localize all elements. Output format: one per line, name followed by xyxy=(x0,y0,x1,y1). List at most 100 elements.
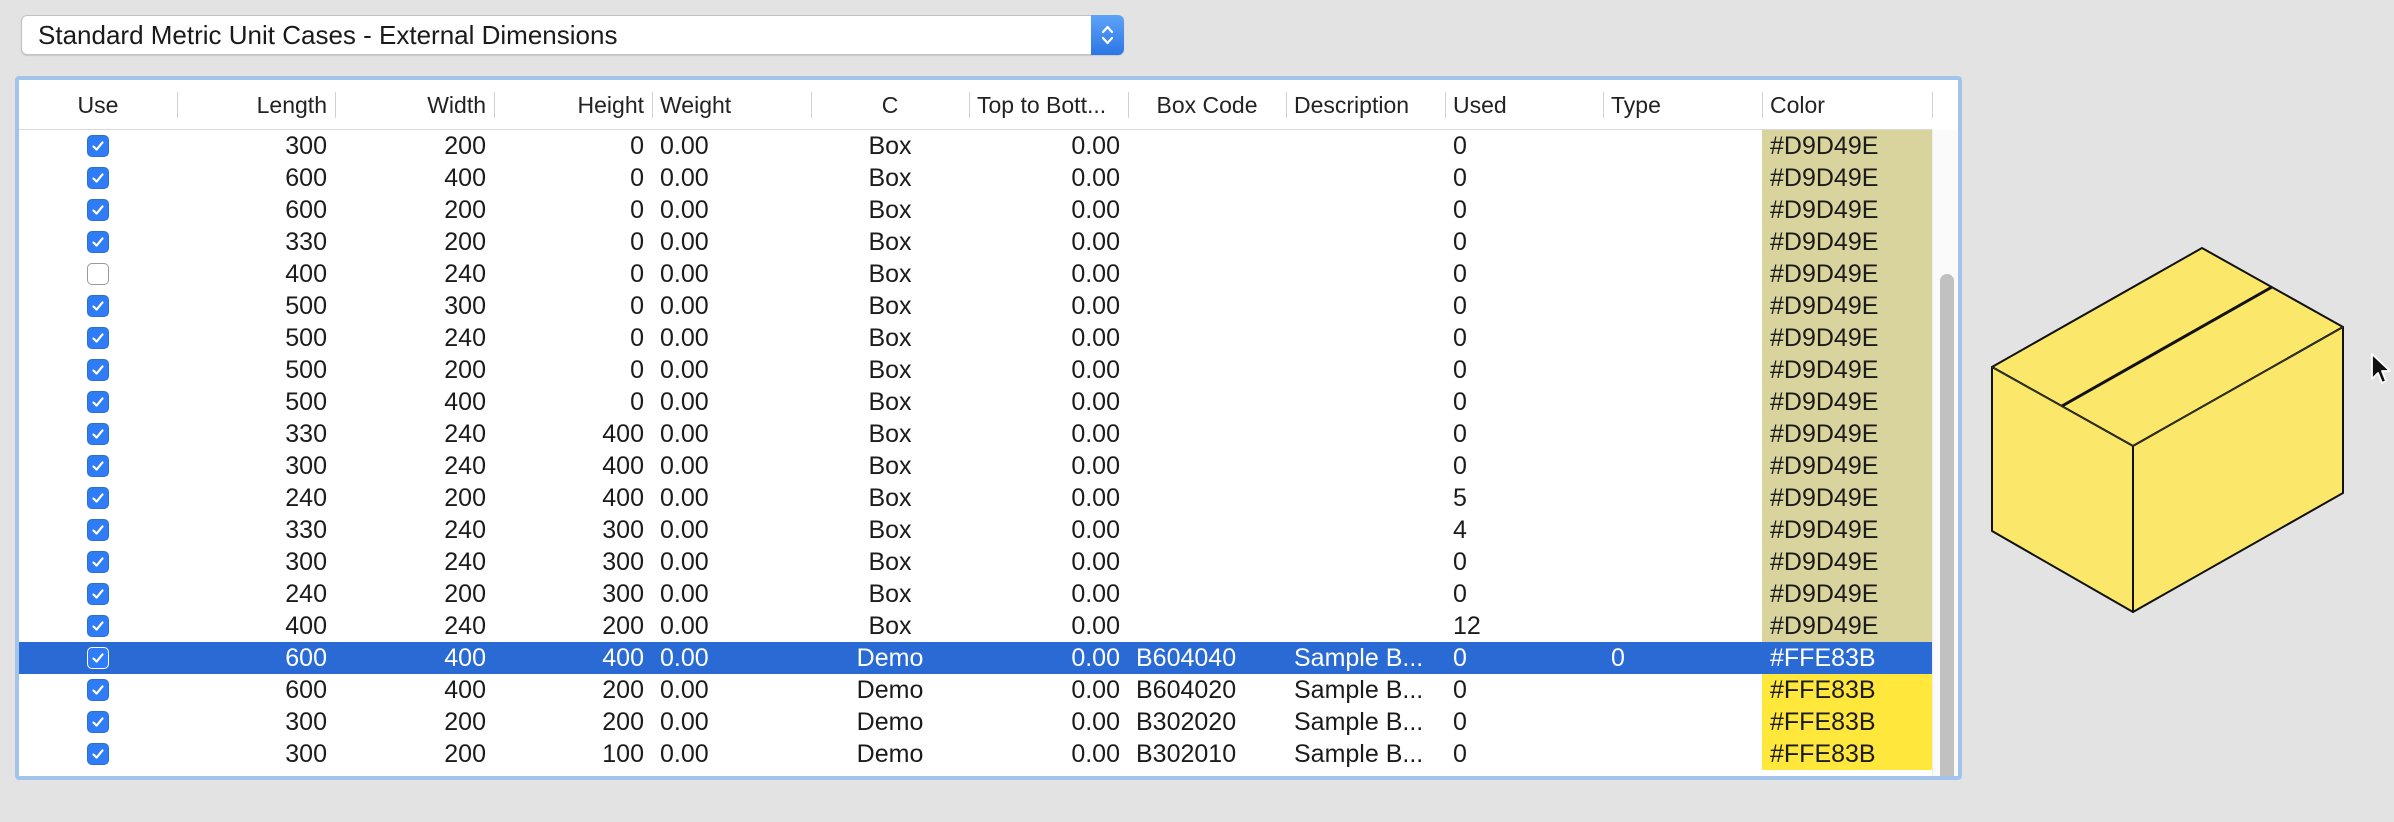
column-header-type[interactable]: Type xyxy=(1603,80,1762,130)
cell-used: 0 xyxy=(1453,132,1467,160)
cell-height: 0 xyxy=(630,356,644,384)
column-divider[interactable] xyxy=(652,92,653,118)
table-row[interactable]: 600 200 0 0.00 Box 0.00 0 #D9D49E xyxy=(19,194,1932,226)
cell-width: 240 xyxy=(444,420,486,448)
cell-top-to-bottom: 0.00 xyxy=(1071,612,1120,640)
table-row[interactable]: 240 200 300 0.00 Box 0.00 0 #D9D49E xyxy=(19,578,1932,610)
use-checkbox[interactable] xyxy=(87,391,109,413)
column-divider[interactable] xyxy=(1128,92,1129,118)
column-header-c[interactable]: C xyxy=(811,80,969,130)
column-divider[interactable] xyxy=(811,92,812,118)
column-header-top-to-bottom[interactable]: Top to Bott... xyxy=(969,80,1128,130)
table-row[interactable]: 400 240 0 0.00 Box 0.00 0 #D9D49E xyxy=(19,258,1932,290)
use-checkbox[interactable] xyxy=(87,295,109,317)
table-row[interactable]: 500 300 0 0.00 Box 0.00 0 #D9D49E xyxy=(19,290,1932,322)
cell-length: 330 xyxy=(285,420,327,448)
cell-c: Demo xyxy=(856,740,924,768)
cell-box-code xyxy=(1128,386,1286,418)
use-checkbox[interactable] xyxy=(87,359,109,381)
column-header-width[interactable]: Width xyxy=(335,80,494,130)
table-row[interactable]: 300 240 400 0.00 Box 0.00 0 #D9D49E xyxy=(19,450,1932,482)
use-checkbox[interactable] xyxy=(87,583,109,605)
use-checkbox[interactable] xyxy=(87,231,109,253)
cell-height: 300 xyxy=(602,548,644,576)
table-row[interactable]: 330 240 400 0.00 Box 0.00 0 #D9D49E xyxy=(19,418,1932,450)
column-divider[interactable] xyxy=(177,92,178,118)
table-row[interactable]: 300 200 0 0.00 Box 0.00 0 #D9D49E xyxy=(19,130,1932,162)
use-checkbox[interactable] xyxy=(87,615,109,637)
checkmark-icon xyxy=(92,141,104,151)
case-set-selector[interactable]: Standard Metric Unit Cases - External Di… xyxy=(21,15,1124,55)
table-row[interactable]: 400 240 200 0.00 Box 0.00 12 #D9D49E xyxy=(19,610,1932,642)
cases-table[interactable]: Use Length Width Height Weight C Top to Bott..… xyxy=(15,76,1962,780)
vertical-scrollbar[interactable] xyxy=(1932,130,1958,776)
cell-used: 0 xyxy=(1453,292,1467,320)
use-checkbox[interactable] xyxy=(87,487,109,509)
use-checkbox[interactable] xyxy=(87,263,109,285)
cell-color: #FFE83B xyxy=(1770,644,1876,672)
cell-c: Box xyxy=(868,452,912,480)
table-row[interactable]: 500 400 0 0.00 Box 0.00 0 #D9D49E xyxy=(19,386,1932,418)
table-row[interactable]: 330 200 0 0.00 Box 0.00 0 #D9D49E xyxy=(19,226,1932,258)
use-checkbox[interactable] xyxy=(87,679,109,701)
column-divider[interactable] xyxy=(1603,92,1604,118)
column-divider[interactable] xyxy=(1762,92,1763,118)
cell-top-to-bottom: 0.00 xyxy=(1071,164,1120,192)
cell-top-to-bottom: 0.00 xyxy=(1071,676,1120,704)
cell-length: 400 xyxy=(285,260,327,288)
cell-length: 240 xyxy=(285,484,327,512)
cell-top-to-bottom: 0.00 xyxy=(1071,708,1120,736)
column-header-color[interactable]: Color xyxy=(1762,80,1932,130)
cell-color: #D9D49E xyxy=(1762,194,1932,226)
cell-length: 300 xyxy=(285,740,327,768)
table-row[interactable]: 600 400 0 0.00 Box 0.00 0 #D9D49E xyxy=(19,162,1932,194)
cell-type xyxy=(1603,290,1762,322)
column-header-length[interactable]: Length xyxy=(177,80,335,130)
use-checkbox[interactable] xyxy=(87,423,109,445)
table-body: 300 200 0 0.00 Box 0.00 0 #D9D49E 600 400 0 0.00 Box… xyxy=(19,130,1932,770)
column-divider[interactable] xyxy=(1932,92,1933,118)
table-row[interactable]: 600 400 200 0.00 Demo 0.00 B604020 Sample B... 0… xyxy=(19,674,1932,706)
table-row[interactable]: 330 240 300 0.00 Box 0.00 4 #D9D49E xyxy=(19,514,1932,546)
column-header-used[interactable]: Used xyxy=(1445,80,1603,130)
scrollbar-thumb[interactable] xyxy=(1940,274,1954,776)
cell-height: 400 xyxy=(602,420,644,448)
table-row-selected[interactable]: 600 400 400 0.00 Demo 0.00 B604040 Sample B... 0… xyxy=(19,642,1932,674)
column-divider[interactable] xyxy=(1286,92,1287,118)
column-header-use[interactable]: Use xyxy=(19,80,177,130)
table-row[interactable]: 300 200 200 0.00 Demo 0.00 B302020 Sample B... 0… xyxy=(19,706,1932,738)
column-divider[interactable] xyxy=(1445,92,1446,118)
table-row[interactable]: 240 200 400 0.00 Box 0.00 5 #D9D49E xyxy=(19,482,1932,514)
table-row[interactable]: 300 200 100 0.00 Demo 0.00 B302010 Sample B... 0… xyxy=(19,738,1932,770)
use-checkbox[interactable] xyxy=(87,647,109,669)
cell-width: 200 xyxy=(444,580,486,608)
use-checkbox[interactable] xyxy=(87,711,109,733)
cell-top-to-bottom: 0.00 xyxy=(1071,548,1120,576)
use-checkbox[interactable] xyxy=(87,199,109,221)
column-divider[interactable] xyxy=(969,92,970,118)
cell-c: Box xyxy=(868,388,912,416)
cell-box-code: B302010 xyxy=(1136,740,1237,768)
table-row[interactable]: 500 200 0 0.00 Box 0.00 0 #D9D49E xyxy=(19,354,1932,386)
use-checkbox[interactable] xyxy=(87,135,109,157)
column-header-description[interactable]: Description xyxy=(1286,80,1445,130)
cell-color: #D9D49E xyxy=(1762,130,1932,162)
use-checkbox[interactable] xyxy=(87,519,109,541)
cell-description xyxy=(1286,546,1445,578)
use-checkbox[interactable] xyxy=(87,455,109,477)
use-checkbox[interactable] xyxy=(87,167,109,189)
cell-weight: 0.00 xyxy=(660,260,709,288)
column-divider[interactable] xyxy=(494,92,495,118)
column-header-weight[interactable]: Weight xyxy=(652,80,811,130)
cell-c: Box xyxy=(868,196,912,224)
column-divider[interactable] xyxy=(335,92,336,118)
column-header-height[interactable]: Height xyxy=(494,80,652,130)
use-checkbox[interactable] xyxy=(87,743,109,765)
cell-height: 0 xyxy=(630,164,644,192)
table-row[interactable]: 500 240 0 0.00 Box 0.00 0 #D9D49E xyxy=(19,322,1932,354)
table-row[interactable]: 300 240 300 0.00 Box 0.00 0 #D9D49E xyxy=(19,546,1932,578)
column-header-box-code[interactable]: Box Code xyxy=(1128,80,1286,130)
popup-stepper-button[interactable] xyxy=(1091,15,1124,55)
use-checkbox[interactable] xyxy=(87,327,109,349)
use-checkbox[interactable] xyxy=(87,551,109,573)
